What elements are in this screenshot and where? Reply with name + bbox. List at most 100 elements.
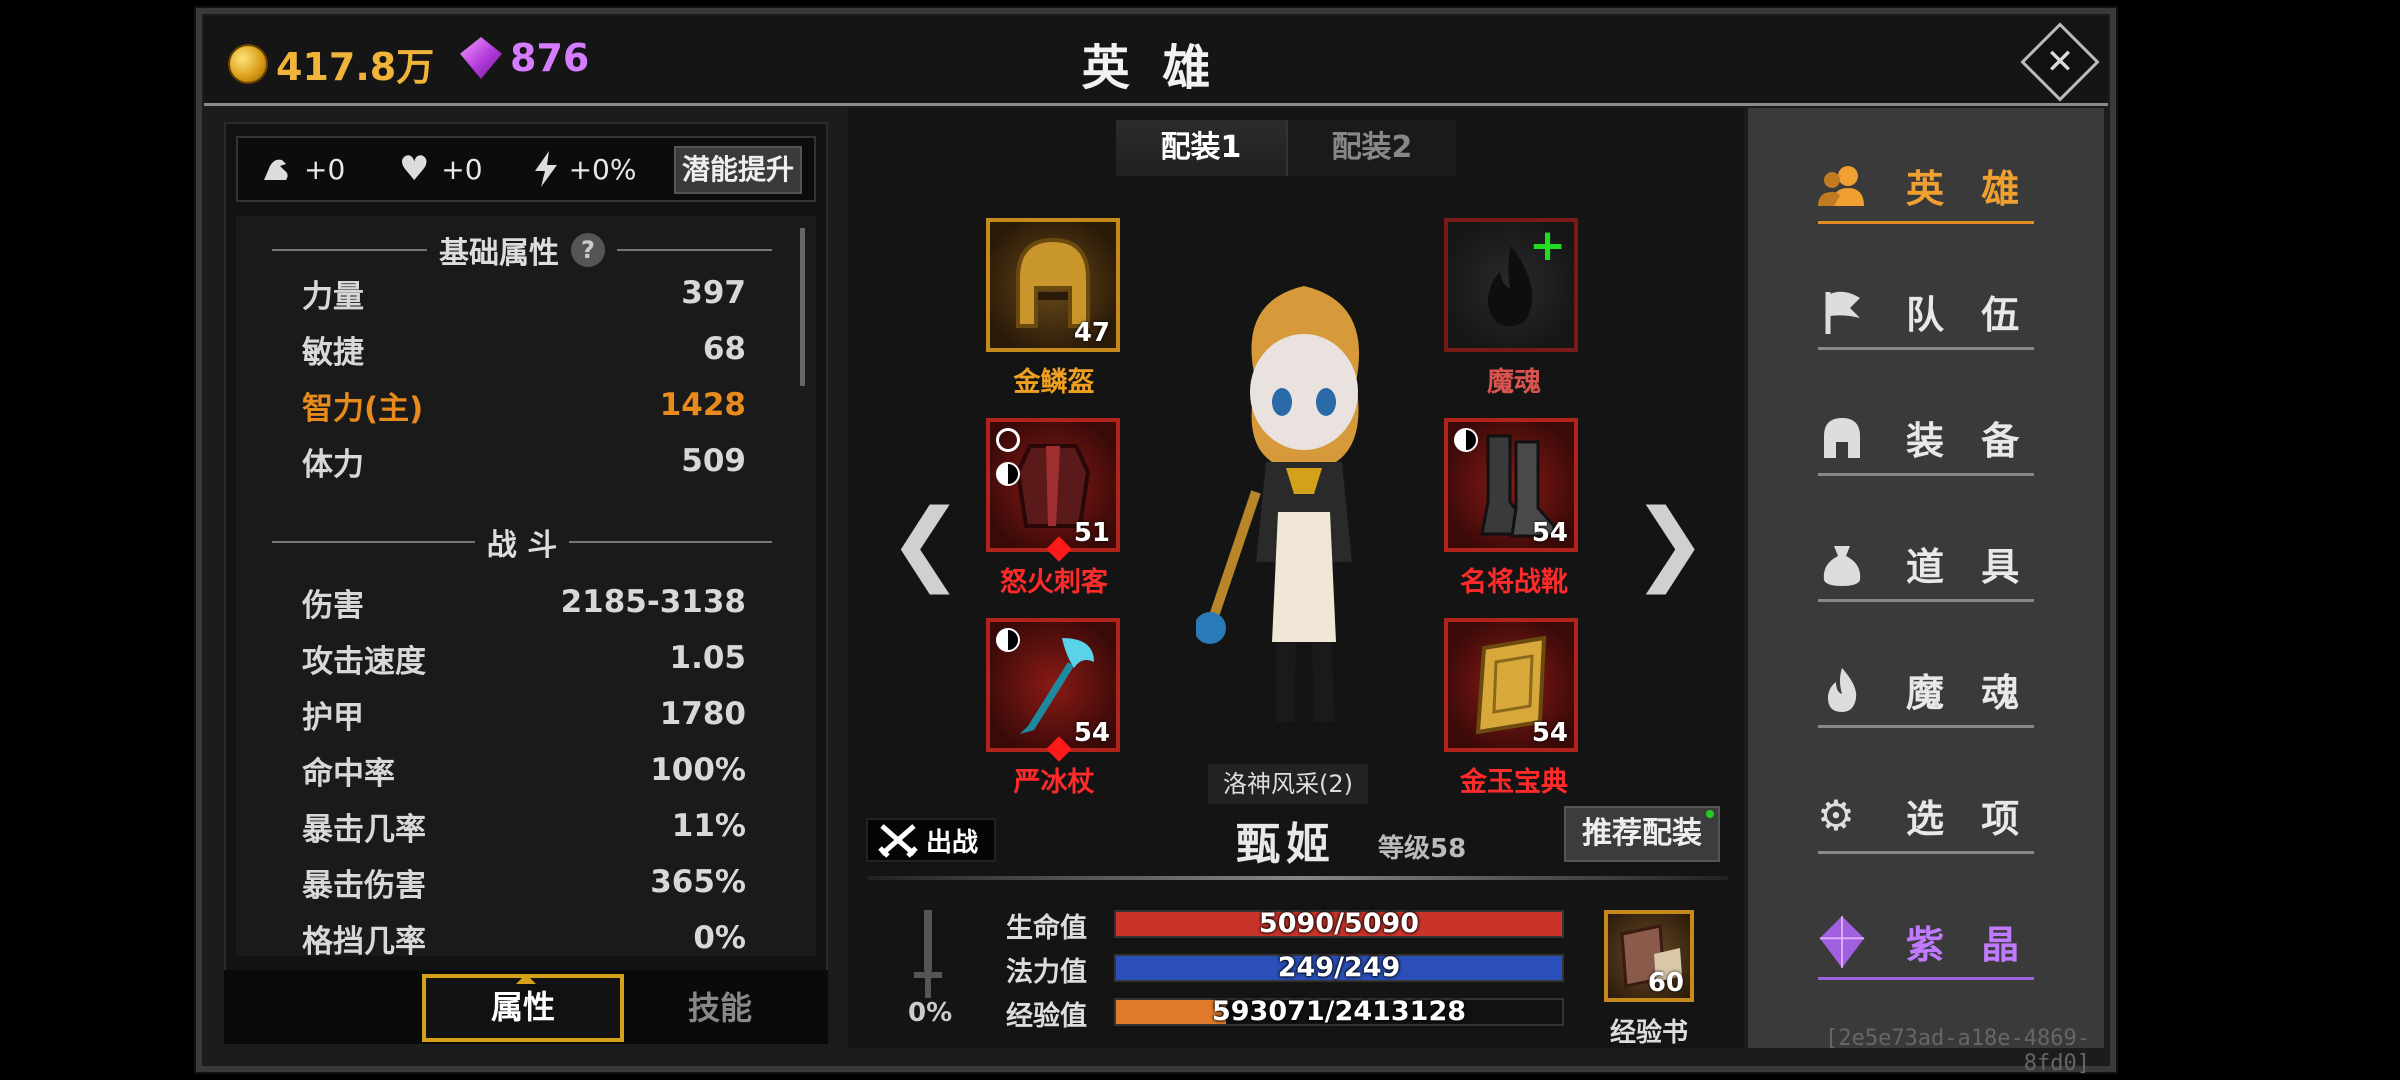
tab-skills[interactable]: 技能 [650, 978, 790, 1038]
attr-row-armor: 护甲 1780 [302, 689, 746, 739]
slot-level: 47 [1073, 318, 1110, 348]
gold-currency: 417.8万 [228, 36, 434, 91]
flag-icon [1818, 288, 1866, 336]
tab-loadout-1[interactable]: 配装1 [1116, 120, 1286, 176]
hero-icon [1818, 162, 1866, 210]
attr-name: 命中率 [302, 755, 395, 792]
gem-amount: 876 [510, 36, 590, 80]
attr-value: 509 [681, 443, 746, 479]
nav-team[interactable]: 队 伍 [1818, 276, 2034, 350]
tab-attributes[interactable]: 属性 [422, 974, 624, 1042]
nav-hero[interactable]: 英 雄 [1818, 150, 2034, 224]
attribute-scrollbar[interactable] [800, 228, 805, 386]
nav-label: 装 备 [1906, 419, 2032, 463]
health-bonus-value: +0 [441, 152, 483, 186]
attr-value: 100% [650, 752, 746, 788]
skin-selector[interactable]: 洛神风采(2) [1208, 764, 1368, 804]
attr-row-strength: 力量 397 [302, 268, 746, 318]
add-icon: + [1529, 220, 1566, 271]
help-icon[interactable]: ? [571, 233, 605, 267]
divider [868, 876, 1728, 880]
attr-value: 1428 [659, 387, 746, 423]
crossed-swords-icon [878, 824, 918, 858]
nav-label: 选 项 [1906, 797, 2032, 841]
attr-value: 68 [702, 331, 746, 367]
attr-value: 397 [681, 275, 746, 311]
soul-name: 魔魂 [1487, 367, 1541, 398]
combat-title: 战 斗 [486, 528, 558, 563]
tab-loadout-2[interactable]: 配装2 [1286, 120, 1456, 176]
nav-options[interactable]: ⚙ 选 项 [1817, 780, 2034, 854]
potential-upgrade-button[interactable]: 潜能提升 [674, 146, 802, 194]
deploy-label: 出战 [926, 827, 979, 858]
xp-value: 593071/2413128 [1211, 996, 1467, 1027]
hp-value: 5090/5090 [1258, 908, 1420, 939]
slot-level: 54 [1073, 718, 1110, 748]
bag-icon [1818, 540, 1866, 588]
strength-bonus: +0 [260, 152, 345, 186]
xp-bar: 593071/2413128 [1114, 996, 1564, 1027]
nav-equipment[interactable]: 装 备 [1818, 402, 2034, 476]
equip-slot-book[interactable]: 54 [1444, 618, 1578, 752]
attr-name: 体力 [302, 446, 364, 483]
gold-coin-icon [228, 43, 268, 84]
nav-label: 魔 魂 [1906, 671, 2032, 715]
attr-row-damage: 伤害 2185-3138 [302, 577, 746, 627]
attr-value: 2185-3138 [560, 584, 746, 620]
attr-name: 伤害 [302, 587, 364, 624]
attr-name: 格挡几率 [302, 923, 426, 957]
hp-label: 生命值 [1006, 913, 1087, 944]
gear-icon: ⚙ [1817, 791, 1867, 840]
weapon-name: 严冰杖 [1013, 767, 1095, 798]
attr-row-block-chance: 格挡几率 0% [302, 913, 746, 956]
nav-soul[interactable]: 魔 魂 [1818, 654, 2034, 728]
next-hero-arrow[interactable]: ❯ [1632, 490, 1707, 595]
nav-crystal[interactable]: 紫 晶 [1818, 906, 2034, 980]
attr-row-intelligence: 智力(主) 1428 [302, 380, 746, 430]
equip-slot-helmet[interactable]: 47 [986, 218, 1120, 352]
yin-yang-icon [996, 462, 1020, 486]
mp-label: 法力值 [1006, 957, 1087, 988]
attr-row-stamina: 体力 509 [302, 436, 746, 486]
basic-attributes-header: 基础属性 ? [272, 230, 772, 271]
session-id-text: [2e5e73ad-a18e-4869-8fd0] [1825, 1026, 2090, 1076]
health-bonus: ♥ +0 [397, 149, 483, 189]
attribute-list[interactable]: 基础属性 ? 力量 397 敏捷 68 智力(主) 1428 体力 509 战 斗 伤害… [236, 216, 816, 956]
empty-socket-icon [996, 428, 1020, 452]
mp-value: 249/249 [1277, 952, 1401, 983]
attr-name: 敏捷 [302, 334, 364, 371]
nav-items[interactable]: 道 具 [1818, 528, 2034, 602]
xp-label: 经验值 [1006, 1001, 1087, 1032]
attr-name: 护甲 [302, 699, 364, 736]
hero-screen: 417.8万 876 英 雄 ✕ +0 ♥ +0 +0% 潜能提升 基础属性 ?… [0, 0, 2400, 1080]
armor-name: 怒火刺客 [1000, 567, 1108, 598]
hero-character-model[interactable] [1196, 262, 1412, 732]
attr-name: 智力(主) [302, 390, 424, 427]
attr-value: 365% [650, 864, 746, 900]
equip-slot-weapon[interactable]: 54 [986, 618, 1120, 762]
hp-bar: 5090/5090 [1114, 908, 1564, 939]
heart-icon: ♥ [399, 149, 430, 189]
equip-slot-armor[interactable]: 51 [986, 418, 1120, 562]
attr-name: 攻击速度 [302, 643, 426, 680]
speed-bonus-value: +0% [568, 152, 637, 186]
equip-slot-soul[interactable]: + [1444, 218, 1578, 352]
helmet-name: 金鳞盔 [1013, 367, 1095, 398]
gold-amount: 417.8万 [276, 45, 435, 89]
nav-label: 队 伍 [1906, 293, 2032, 337]
equip-slot-boots[interactable]: 54 [1444, 418, 1578, 552]
attr-row-attack-speed: 攻击速度 1.05 [302, 633, 746, 683]
yin-yang-icon [1454, 428, 1478, 452]
mp-bar: 249/249 [1114, 952, 1564, 983]
helmet-icon [1818, 414, 1866, 462]
hero-level: 等级58 [1378, 834, 1467, 864]
slot-level: 51 [1073, 518, 1110, 548]
page-title: 英 雄 [1081, 40, 1219, 96]
recommended-loadout-button[interactable]: 推荐配装 [1564, 806, 1720, 862]
deploy-button[interactable]: 出战 [866, 818, 996, 862]
exp-book-item[interactable]: 60 [1604, 910, 1694, 1002]
slot-level: 54 [1531, 518, 1568, 548]
previous-hero-arrow[interactable]: ❮ [888, 490, 963, 595]
hero-name: 甄姬 [1236, 819, 1336, 870]
yin-yang-icon [996, 628, 1020, 652]
